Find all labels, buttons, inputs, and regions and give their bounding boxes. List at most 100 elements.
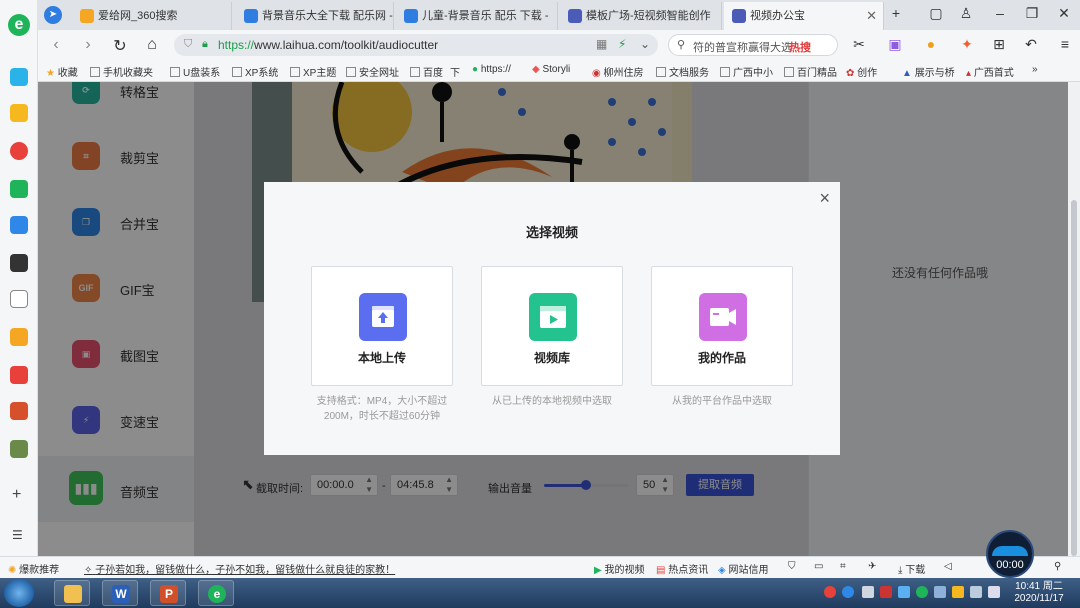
window-close-icon[interactable]: ✕: [1054, 5, 1074, 22]
speaker-icon[interactable]: ◁: [944, 561, 952, 572]
bookmarks-more-icon[interactable]: »: [1032, 64, 1038, 75]
bookmark-item[interactable]: 百门精品: [784, 64, 837, 79]
site-credit-link[interactable]: ◈ 网站信用: [718, 561, 768, 576]
bookmark-item[interactable]: U盘装系: [170, 64, 220, 79]
tray-app-icon[interactable]: [880, 586, 892, 598]
bookmark-item[interactable]: ◆ Storyli: [532, 64, 570, 75]
tab-list-icon[interactable]: ▢: [926, 5, 946, 22]
grid-icon[interactable]: ⊞: [988, 36, 1010, 53]
local-upload-card[interactable]: 本地上传: [311, 266, 453, 386]
sidebar-game2-icon[interactable]: [10, 440, 28, 458]
bookmark-item[interactable]: XP主题: [290, 64, 336, 79]
reload-icon[interactable]: ↻: [110, 36, 130, 56]
tray-s-icon[interactable]: [824, 586, 836, 598]
tab-close-icon[interactable]: ✕: [866, 2, 877, 30]
tray-help-icon[interactable]: [842, 586, 854, 598]
bookmark-item[interactable]: ● https://: [472, 64, 511, 75]
dropdown-icon[interactable]: ⌄: [640, 37, 650, 51]
hot-recommend[interactable]: ✺ 爆款推荐: [8, 561, 59, 576]
hot-news-link[interactable]: ▤ 热点资讯: [656, 561, 708, 576]
coin-icon[interactable]: ●: [920, 36, 942, 52]
folder-icon: [64, 585, 82, 603]
shield-status-icon[interactable]: ⛉: [788, 561, 796, 572]
plane-icon[interactable]: ✈: [868, 561, 876, 572]
sidebar-novel-icon[interactable]: [10, 328, 28, 346]
news-ticker[interactable]: ✧ 子孙若如我，留钱做什么，子孙不如我，留钱做什么就良徒的家教！: [84, 561, 395, 576]
bookmark-item[interactable]: 下: [450, 64, 460, 79]
bookmark-item[interactable]: ✿ 创作: [846, 64, 877, 79]
skin-icon[interactable]: ♙: [956, 5, 976, 22]
game-icon[interactable]: ✦: [956, 36, 978, 53]
tray-network-icon[interactable]: [898, 586, 910, 598]
taskbar-powerpoint[interactable]: P: [150, 580, 186, 606]
back-icon[interactable]: ‹: [46, 36, 66, 54]
bookmark-item[interactable]: 安全网址: [346, 64, 399, 79]
bookmark-item[interactable]: ◉ 柳州住房: [592, 64, 644, 79]
url-input[interactable]: ⛉ 🔒︎ https://www.laihua.com/toolkit/audi…: [174, 34, 658, 56]
tab-1[interactable]: 背景音乐大全下载 配乐网 -: [236, 2, 394, 30]
weibo-icon[interactable]: [10, 142, 28, 160]
sidebar-list-icon[interactable]: ☰: [12, 528, 23, 542]
tab-2[interactable]: 儿童-背景音乐 配乐 下载 -: [396, 2, 558, 30]
taskbar-explorer[interactable]: [54, 580, 90, 606]
download-link[interactable]: ⤓ 下载: [898, 561, 925, 576]
qr-icon[interactable]: ▦: [596, 37, 607, 51]
sidebar-red-icon[interactable]: [10, 366, 28, 384]
my-works-card[interactable]: 我的作品: [651, 266, 793, 386]
bookmark-item[interactable]: ★ 收藏: [46, 64, 78, 79]
zoom-icon[interactable]: ⚲: [1054, 561, 1061, 572]
system-clock[interactable]: 10:41 周二 2020/11/17: [1008, 581, 1070, 605]
tray-input-icon[interactable]: [862, 586, 874, 598]
sidebar-star-icon[interactable]: [10, 104, 28, 122]
search-input[interactable]: ⚲ 符的普宣称赢得大选 热搜: [668, 34, 838, 56]
home-icon[interactable]: ⌂: [142, 36, 162, 54]
bookmark-item[interactable]: 广西中小: [720, 64, 773, 79]
tray-warning-icon[interactable]: [952, 586, 964, 598]
translate-icon[interactable]: ▣: [884, 36, 906, 53]
tray-signal-icon[interactable]: [970, 586, 982, 598]
new-tab-icon[interactable]: +: [886, 5, 906, 21]
bookmark-item[interactable]: 文档服务: [656, 64, 709, 79]
tray-shield-icon[interactable]: [916, 586, 928, 598]
bookmark-item[interactable]: ▴ 广西首式: [966, 64, 1014, 79]
tab-0[interactable]: 爱给网_360搜索: [72, 2, 232, 30]
menu-icon[interactable]: ≡: [1054, 36, 1076, 52]
screen-icon[interactable]: ▭: [814, 561, 823, 572]
forward-icon[interactable]: ›: [78, 36, 98, 54]
mail-icon[interactable]: [10, 180, 28, 198]
news-icon: ▤: [656, 565, 666, 576]
page-scrollbar[interactable]: [1068, 82, 1080, 556]
bookmark-item[interactable]: 手机收藏夹: [90, 64, 153, 79]
close-icon[interactable]: ×: [819, 188, 830, 209]
taskbar-word[interactable]: W: [102, 580, 138, 606]
video-library-card[interactable]: 视频库: [481, 266, 623, 386]
bookmark-item[interactable]: ▲ 展示与桥: [902, 64, 955, 79]
sidebar-doc-icon[interactable]: [10, 290, 28, 308]
scroll-thumb[interactable]: [1071, 200, 1077, 556]
bookmark-item[interactable]: 百度: [410, 64, 443, 79]
tray-device-icon[interactable]: [934, 586, 946, 598]
my-videos-link[interactable]: ▶ 我的视频: [594, 561, 644, 576]
tray-volume-icon[interactable]: [988, 586, 1000, 598]
address-bar-row: ‹ › ↻ ⌂ ⛉ 🔒︎ https://www.laihua.com/tool…: [0, 30, 1080, 60]
bookmark-item[interactable]: XP系统: [232, 64, 278, 79]
sidebar-news-icon[interactable]: [10, 254, 28, 272]
tab-3[interactable]: 模板广场-短视频智能创作: [560, 2, 722, 30]
taskbar-browser[interactable]: e: [198, 580, 234, 606]
undo-icon[interactable]: ↶: [1020, 36, 1042, 53]
sidebar-game-icon[interactable]: [10, 402, 28, 420]
sidebar-add-more-icon[interactable]: +: [12, 486, 21, 504]
bolt-icon[interactable]: ⚡: [618, 37, 626, 51]
start-button[interactable]: [4, 579, 34, 607]
navigate-icon[interactable]: ➤: [44, 6, 62, 24]
sidebar-add-icon[interactable]: [10, 68, 28, 86]
restore-icon[interactable]: ❐: [1022, 5, 1042, 22]
crop-status-icon[interactable]: ⌗: [840, 561, 846, 572]
scissors-icon[interactable]: ✂: [848, 36, 870, 53]
recording-timer[interactable]: 00:00: [986, 530, 1034, 578]
tab-4-active[interactable]: 视频办公宝 ✕: [724, 2, 884, 30]
minimize-icon[interactable]: –: [990, 5, 1010, 21]
sidebar-p-icon[interactable]: [10, 216, 28, 234]
browser-logo-icon[interactable]: e: [8, 14, 30, 36]
download-icon: ⤓: [898, 565, 903, 576]
